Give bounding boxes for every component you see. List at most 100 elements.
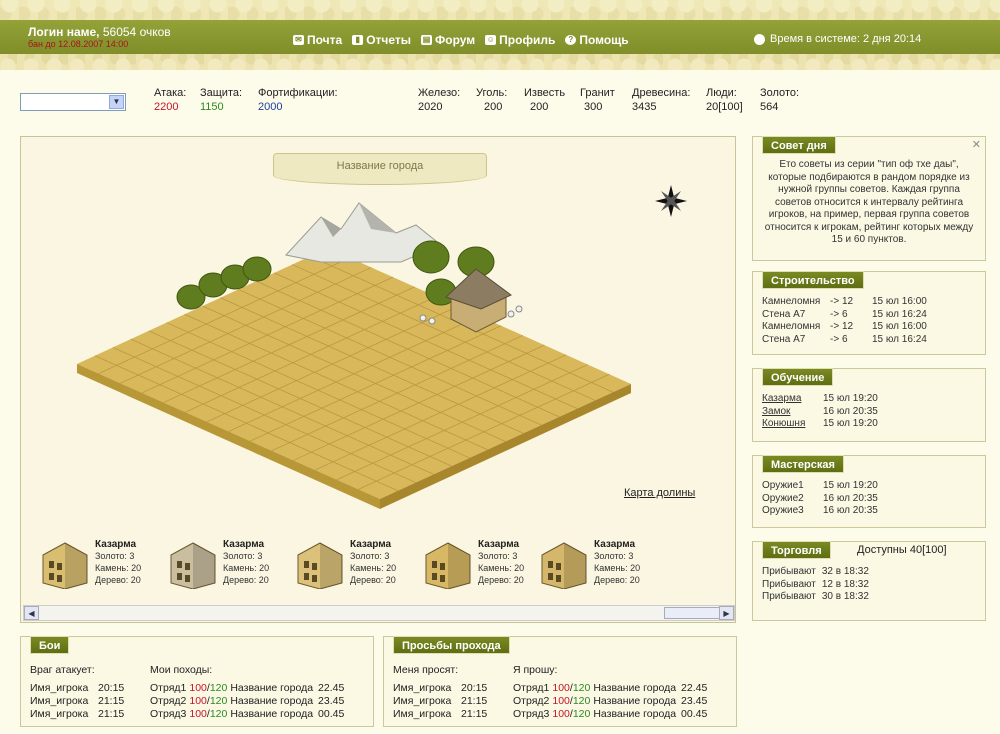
squad-name: Отряд1 bbox=[150, 682, 187, 694]
nav-help[interactable]: ? Помощь bbox=[565, 33, 629, 47]
building-card[interactable]: Казарма Золото: 3 Камень: 20 Дерево: 20 bbox=[167, 535, 287, 593]
trade-value: 30 в 18:32 bbox=[821, 591, 869, 602]
workshop-time: 16 юл 20:35 bbox=[823, 505, 878, 516]
building-cost-wood: Дерево: 20 bbox=[594, 575, 640, 585]
stat-value: 300 bbox=[584, 101, 603, 113]
construction-time: 15 юл 16:24 bbox=[872, 333, 927, 345]
scroll-thumb[interactable] bbox=[664, 607, 720, 619]
construction-name: Стена А7 bbox=[762, 308, 806, 320]
training-name[interactable]: Казарма bbox=[762, 393, 817, 406]
nav-reports[interactable]: ▮ Отчеты bbox=[352, 33, 411, 47]
compass-icon bbox=[655, 185, 687, 217]
squad-row[interactable]: Отряд3 100/120 Название города 00.45 bbox=[150, 708, 344, 721]
player-name[interactable]: Имя_игрока bbox=[30, 708, 92, 721]
player-name[interactable]: Имя_игрока bbox=[30, 682, 92, 695]
player-time: 20:15 bbox=[98, 682, 125, 694]
training-time: 16 юл 20:35 bbox=[823, 405, 878, 417]
training-row: Казарма 15 юл 19:20 bbox=[762, 393, 975, 406]
player-row: Имя_игрока 20:15 bbox=[30, 682, 124, 695]
squad-max: 120 bbox=[209, 708, 228, 720]
workshop-name: Оружие2 bbox=[762, 492, 804, 504]
workshop-title: Мастерская bbox=[762, 455, 844, 473]
tip-title: Совет дня bbox=[762, 136, 836, 154]
player-name[interactable]: Имя_игрока bbox=[393, 695, 455, 708]
stat-3: Железо: 2020 bbox=[418, 87, 460, 113]
workshop-time: 16 юл 20:35 bbox=[823, 492, 878, 504]
forum-icon: ▤ bbox=[421, 35, 433, 45]
user-name[interactable]: Логин наме, bbox=[28, 25, 100, 39]
stat-label: Люди: bbox=[706, 87, 737, 99]
header-stone-border-bottom bbox=[0, 54, 1000, 70]
building-card[interactable]: Казарма Золото: 3 Камень: 20 Дерево: 20 bbox=[538, 535, 658, 593]
stat-value: 200 bbox=[530, 101, 549, 113]
scroll-left-icon[interactable]: ◀ bbox=[24, 606, 39, 620]
mail-icon: ✉ bbox=[293, 35, 304, 45]
training-name[interactable]: Конюшня bbox=[762, 418, 817, 431]
stat-6: Гранит 300 bbox=[580, 87, 615, 113]
stat-label: Атака: bbox=[154, 87, 187, 99]
building-cost-stone: Камень: 20 bbox=[478, 563, 525, 573]
stat-label: Золото: bbox=[760, 87, 800, 99]
squad-row[interactable]: Отряд1 100/120 Название города 22.45 bbox=[513, 682, 707, 695]
stat-4: Уголь: 200 bbox=[476, 87, 507, 113]
building-card[interactable]: Казарма Золото: 3 Камень: 20 Дерево: 20 bbox=[39, 535, 159, 593]
stat-8: Люди: 20[100] bbox=[706, 87, 743, 113]
nav-profile[interactable]: ☺ Профиль bbox=[485, 33, 555, 47]
building-card[interactable]: Казарма Золото: 3 Камень: 20 Дерево: 20 bbox=[422, 535, 542, 593]
construction-name: Камнеломня bbox=[762, 321, 821, 332]
training-row: Замок 16 юл 20:35 bbox=[762, 406, 975, 419]
building-icon[interactable] bbox=[39, 537, 91, 590]
squad-current: 100 bbox=[189, 708, 207, 720]
trade-text: Прибывают bbox=[762, 578, 816, 590]
close-icon[interactable]: ✕ bbox=[972, 138, 981, 151]
squad-row[interactable]: Отряд3 100/120 Название города 00.45 bbox=[513, 708, 707, 721]
profile-icon: ☺ bbox=[485, 35, 497, 45]
city-name-banner: Название города bbox=[273, 153, 487, 185]
squad-row[interactable]: Отряд2 100/120 Название города 23.45 bbox=[150, 695, 344, 708]
squad-name: Отряд1 bbox=[513, 682, 550, 694]
map-scrollbar[interactable]: ◀ ▶ bbox=[23, 605, 735, 621]
player-name[interactable]: Имя_игрока bbox=[393, 708, 455, 721]
stat-label: Железо: bbox=[418, 87, 461, 99]
squad-row[interactable]: Отряд1 100/120 Название города 22.45 bbox=[150, 682, 344, 695]
construction-panel: Строительство Камнеломня -> 12 15 юл 16:00… bbox=[752, 271, 986, 355]
training-name[interactable]: Замок bbox=[762, 406, 817, 419]
building-icon[interactable] bbox=[538, 537, 590, 590]
stat-value: 564 bbox=[760, 101, 779, 113]
squad-current: 100 bbox=[189, 695, 207, 707]
city-map[interactable]: Название города Карта долины Казарма Золо… bbox=[20, 136, 736, 623]
building-icon[interactable] bbox=[167, 537, 219, 590]
player-row: Имя_игрока 21:15 bbox=[393, 695, 487, 708]
stat-7: Древесина: 3435 bbox=[632, 87, 690, 113]
player-name[interactable]: Имя_игрока bbox=[30, 695, 92, 708]
squad-current: 100 bbox=[552, 708, 570, 720]
stat-2: Фортификации: 2000 bbox=[258, 87, 338, 113]
squad-name: Отряд3 bbox=[150, 708, 187, 720]
workshop-name: Оружие1 bbox=[762, 480, 804, 491]
scroll-right-icon[interactable]: ▶ bbox=[719, 606, 734, 620]
valley-map-link[interactable]: Карта долины bbox=[624, 487, 695, 499]
nav-forum[interactable]: ▤ Форум bbox=[421, 33, 475, 47]
building-icon[interactable] bbox=[422, 537, 474, 590]
player-name[interactable]: Имя_игрока bbox=[393, 682, 455, 695]
squad-row[interactable]: Отряд2 100/120 Название города 23.45 bbox=[513, 695, 707, 708]
squad-target: Название города bbox=[230, 695, 314, 707]
building-icon[interactable] bbox=[294, 537, 346, 590]
stat-label: Известь bbox=[524, 87, 566, 99]
chevron-down-icon[interactable]: ▼ bbox=[109, 95, 124, 109]
training-row: Конюшня 15 юл 19:20 bbox=[762, 418, 975, 431]
main-nav: ✉ Почта ▮ Отчеты ▤ Форум ☺ Профиль ? Помощь bbox=[293, 33, 629, 47]
squad-name: Отряд3 bbox=[513, 708, 550, 720]
player-time: 20:15 bbox=[461, 682, 488, 694]
player-row: Имя_игрока 20:15 bbox=[393, 682, 487, 695]
my-campaigns-list: Отряд1 100/120 Название города 22.45 Отряд2 1… bbox=[150, 682, 344, 721]
trade-text: Прибывают bbox=[762, 566, 816, 577]
my-campaigns: Мои походы: Отряд1 100/120 Название города… bbox=[150, 664, 344, 721]
building-card[interactable]: Казарма Золото: 3 Камень: 20 Дерево: 20 bbox=[294, 535, 414, 593]
city-select[interactable]: ▼ bbox=[20, 93, 126, 111]
my-requests: Я прошу: Отряд1 100/120 Название города 22.… bbox=[513, 664, 707, 721]
battles-panel: Бои Враг атакует: Имя_игрока 20:15 Имя_игр… bbox=[20, 636, 374, 727]
building-name: Казарма bbox=[95, 539, 137, 550]
training-title: Обучение bbox=[762, 368, 834, 386]
nav-mail[interactable]: ✉ Почта bbox=[293, 33, 342, 47]
